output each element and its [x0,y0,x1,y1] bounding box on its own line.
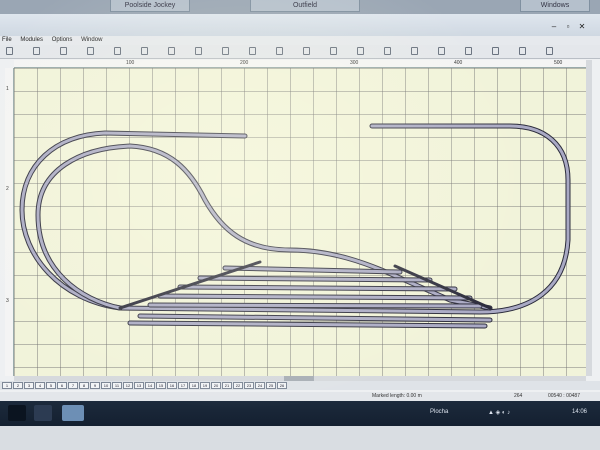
page-tab[interactable]: 17 [178,382,188,389]
track-inner-loop [35,143,493,311]
status-bar: Marked length: 0.00 m 264 00540 : 00487 [0,392,600,401]
page-tab[interactable]: 19 [200,382,210,389]
page-tab[interactable]: 14 [145,382,155,389]
page-tab[interactable]: 2 [13,382,23,389]
page-tab[interactable]: 20 [211,382,221,389]
page-tab[interactable]: 18 [189,382,199,389]
monitor-bezel-bottom [0,426,600,450]
start-icon[interactable] [8,405,26,421]
page-tab[interactable]: 12 [123,382,133,389]
page-tab[interactable]: 4 [35,382,45,389]
page-tab[interactable]: 23 [244,382,254,389]
track-outer-loop [19,123,571,315]
page-tab[interactable]: 1 [2,382,12,389]
cursor-coords: 00540 : 00487 [548,393,580,399]
page-tab[interactable]: 26 [277,382,287,389]
page-tab[interactable]: 5 [46,382,56,389]
marked-length: Marked length: 0.00 m [372,393,422,399]
tray-label: Plocha [430,409,449,415]
explorer-icon[interactable] [34,405,52,421]
vertical-scrollbar[interactable] [586,60,592,376]
zoom-value: 264 [514,393,523,399]
page-tab[interactable]: 13 [134,382,144,389]
track-planner-taskbar-icon[interactable] [62,405,84,421]
page-tab[interactable]: 8 [79,382,89,389]
page-tab[interactable]: 7 [68,382,78,389]
page-tab[interactable]: 9 [90,382,100,389]
page-tab[interactable]: 21 [222,382,232,389]
page-tab[interactable]: 3 [24,382,34,389]
tray-icons: ▲ ◈ ◐ ♪ [488,410,511,416]
page-tab[interactable]: 11 [112,382,122,389]
page-tab[interactable]: 22 [233,382,243,389]
page-tab[interactable]: 6 [57,382,67,389]
page-tab[interactable]: 25 [266,382,276,389]
page-tab[interactable]: 24 [255,382,265,389]
page-tab[interactable]: 15 [156,382,166,389]
page-tab[interactable]: 16 [167,382,177,389]
page-tab[interactable]: 10 [101,382,111,389]
clock: 14:06 [572,409,588,415]
